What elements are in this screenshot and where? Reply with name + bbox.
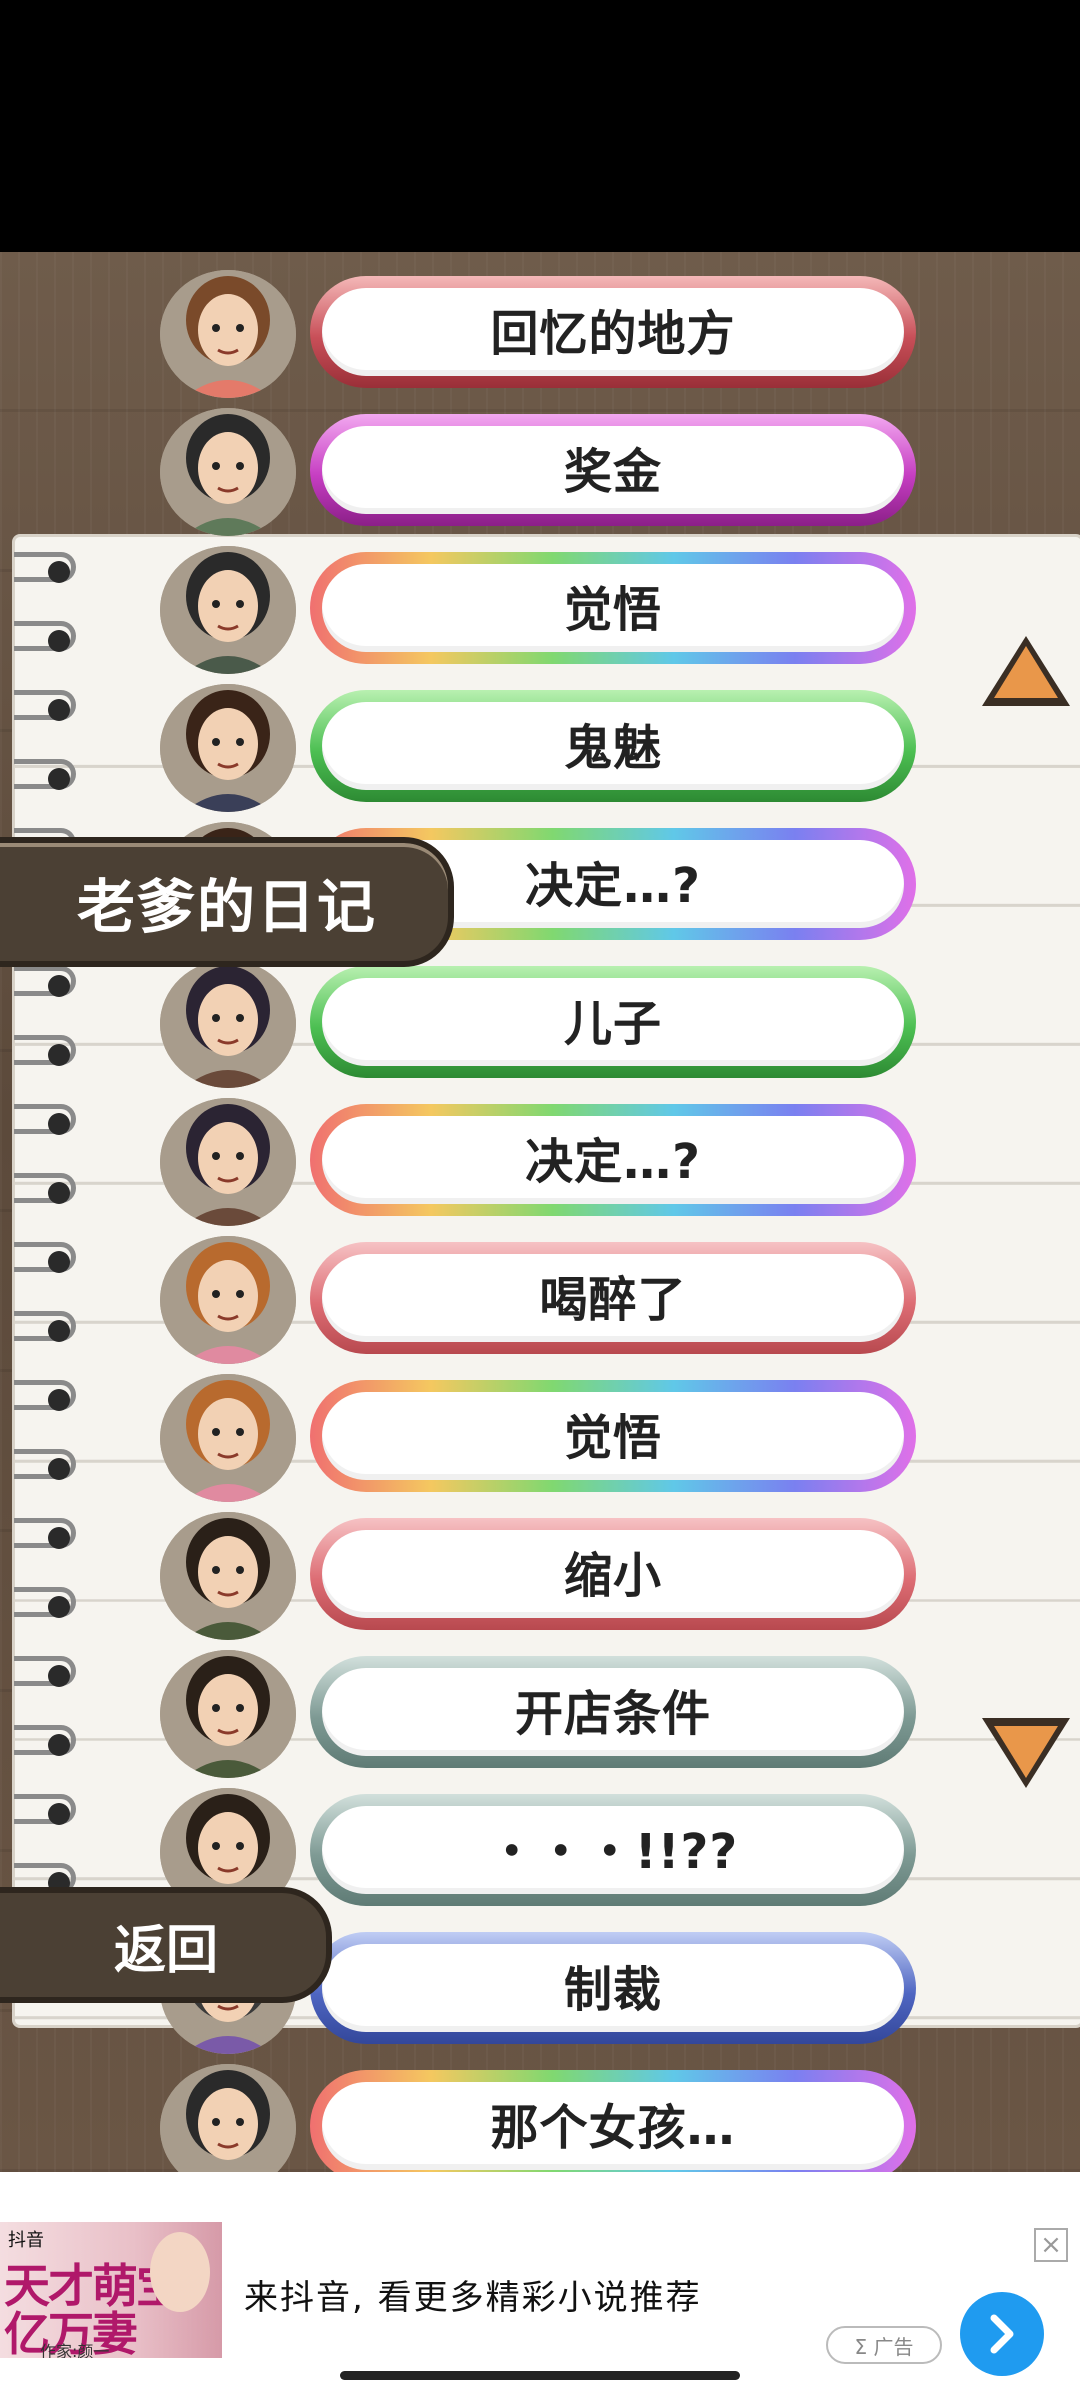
diary-entry-button[interactable]: 奖金	[310, 414, 916, 526]
back-button-label: 返回	[113, 1920, 218, 1981]
diary-entry-label: 制裁	[563, 1962, 662, 2018]
diary-entry-button-face: 决定…?	[322, 1116, 904, 1204]
diary-entry-button[interactable]: 制裁	[310, 1932, 916, 2044]
ad-thumb-brand: 抖音	[8, 2230, 44, 2251]
diary-entry-row[interactable]: 喝醉了	[0, 1230, 1080, 1368]
diary-entry-label: 奖金	[563, 444, 662, 500]
diary-entry-button[interactable]: 回忆的地方	[310, 276, 916, 388]
diary-entry-label: 缩小	[563, 1548, 662, 1604]
diary-entry-button-face: 开店条件	[322, 1668, 904, 1756]
ad-thumbnail[interactable]: 抖音 天才萌宝 亿万妻 作家:颜一	[0, 2222, 222, 2358]
diary-entry-button-face: 觉悟	[322, 564, 904, 652]
diary-entry-button[interactable]: 开店条件	[310, 1656, 916, 1768]
character-avatar	[160, 546, 296, 674]
diary-entry-button-face: 回忆的地方	[322, 288, 904, 376]
scroll-down-button[interactable]	[978, 1712, 1074, 1794]
diary-entry-label: 开店条件	[514, 1686, 711, 1742]
diary-entry-label: 喝醉了	[539, 1272, 687, 1328]
diary-entry-button[interactable]: 那个女孩…	[310, 2070, 916, 2172]
diary-entry-button[interactable]: 儿子	[310, 966, 916, 1078]
ad-text[interactable]: 来抖音, 看更多精彩小说推荐	[244, 2270, 702, 2319]
page-title-text: 老爹的日记	[76, 873, 377, 941]
character-avatar	[160, 270, 296, 398]
character-avatar	[160, 1374, 296, 1502]
diary-entry-button[interactable]: 鬼魅	[310, 690, 916, 802]
character-avatar	[160, 684, 296, 812]
home-indicator[interactable]	[340, 2371, 740, 2380]
diary-entry-label: 儿子	[563, 996, 662, 1052]
diary-entry-row[interactable]: 回忆的地方	[0, 264, 1080, 402]
chevron-right-icon	[990, 2314, 1014, 2354]
diary-entry-label: 觉悟	[563, 582, 662, 638]
status-bar-area	[0, 0, 1080, 252]
diary-entry-row[interactable]: 决定…?	[0, 1092, 1080, 1230]
diary-entry-button[interactable]: 觉悟	[310, 1380, 916, 1492]
diary-entry-row[interactable]: 缩小	[0, 1506, 1080, 1644]
character-avatar	[160, 2064, 296, 2172]
diary-entry-button-face: 制裁	[322, 1944, 904, 2032]
diary-entry-row[interactable]: 奖金	[0, 402, 1080, 540]
game-screen: 回忆的地方 奖金 觉悟 鬼魅 决定…? 儿子 决定…? 喝醉了 觉悟 缩小 开店条件 ・・・!!?? 制…	[0, 252, 1080, 2172]
ad-go-button[interactable]	[960, 2292, 1044, 2376]
diary-entry-label: ・・・!!??	[487, 1824, 739, 1880]
diary-entry-button-face: ・・・!!??	[322, 1806, 904, 1894]
diary-entry-label: 鬼魅	[563, 720, 662, 776]
character-avatar	[160, 408, 296, 536]
diary-entry-button-face: 喝醉了	[322, 1254, 904, 1342]
back-button[interactable]: 返回	[0, 1887, 332, 2003]
diary-entry-button[interactable]: 喝醉了	[310, 1242, 916, 1354]
diary-entry-row[interactable]: 那个女孩…	[0, 2058, 1080, 2172]
diary-entry-button-face: 那个女孩…	[322, 2082, 904, 2170]
page-title: 老爹的日记	[0, 837, 454, 967]
diary-entry-button-face: 儿子	[322, 978, 904, 1066]
ad-thumb-portrait	[150, 2232, 210, 2312]
diary-entry-label: 决定…?	[525, 858, 701, 914]
diary-entry-label: 觉悟	[563, 1410, 662, 1466]
diary-entry-button-face: 觉悟	[322, 1392, 904, 1480]
triangle-down-icon	[982, 1718, 1070, 1788]
diary-entry-row[interactable]: 鬼魅	[0, 678, 1080, 816]
diary-entry-label: 回忆的地方	[490, 306, 736, 362]
diary-entry-label: 那个女孩…	[490, 2100, 736, 2156]
character-avatar	[160, 1098, 296, 1226]
diary-entry-label: 决定…?	[525, 1134, 701, 1190]
ad-thumb-author: 作家:颜一	[40, 2342, 110, 2358]
diary-entry-button[interactable]: 缩小	[310, 1518, 916, 1630]
character-avatar	[160, 1236, 296, 1364]
triangle-up-icon	[982, 636, 1070, 706]
diary-entry-button-face: 奖金	[322, 426, 904, 514]
diary-entry-row[interactable]: 儿子	[0, 954, 1080, 1092]
diary-entry-button-face: 鬼魅	[322, 702, 904, 790]
diary-entry-row[interactable]: 开店条件	[0, 1644, 1080, 1782]
diary-entry-button[interactable]: ・・・!!??	[310, 1794, 916, 1906]
diary-entry-button[interactable]: 决定…?	[310, 1104, 916, 1216]
ad-badge: Σ 广告	[826, 2326, 942, 2364]
character-avatar	[160, 1650, 296, 1778]
diary-entry-row[interactable]: 觉悟	[0, 540, 1080, 678]
ad-banner[interactable]: 抖音 天才萌宝 亿万妻 作家:颜一 来抖音, 看更多精彩小说推荐 Σ 广告 ×	[0, 2172, 1080, 2400]
diary-entry-button[interactable]: 觉悟	[310, 552, 916, 664]
close-icon[interactable]: ×	[1034, 2228, 1068, 2262]
character-avatar	[160, 1512, 296, 1640]
diary-entry-row[interactable]: 觉悟	[0, 1368, 1080, 1506]
scroll-up-button[interactable]	[978, 630, 1074, 712]
diary-entry-button-face: 缩小	[322, 1530, 904, 1618]
character-avatar	[160, 960, 296, 1088]
